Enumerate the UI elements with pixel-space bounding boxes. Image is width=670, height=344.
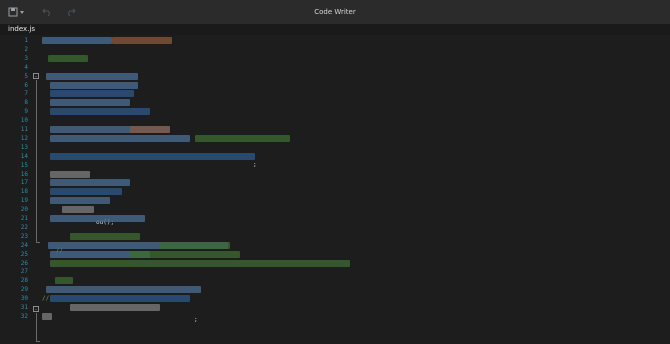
line-number: 6 [24, 81, 28, 89]
blurred-code-segment [50, 179, 130, 187]
line-number: 20 [20, 206, 28, 214]
line-number: 2 [24, 45, 28, 53]
line-number: 28 [20, 277, 28, 285]
file-tab-bar: index.js [0, 24, 670, 35]
blurred-code-segment [130, 126, 170, 133]
line-number: 23 [20, 232, 28, 240]
undo-button[interactable] [40, 0, 54, 24]
undo-icon [42, 8, 50, 17]
line-number: 22 [20, 223, 28, 231]
blurred-code-segment [50, 259, 350, 267]
line-number: 7 [24, 90, 28, 98]
blurred-code-segment [46, 286, 201, 294]
line-number: 32 [20, 312, 28, 320]
save-icon [8, 7, 24, 17]
blurred-code-segment [70, 232, 140, 240]
blurred-code-segment [50, 170, 90, 178]
title-bar: Code Writer [0, 0, 670, 24]
blurred-code-segment [50, 99, 130, 107]
save-menu-button[interactable] [6, 0, 28, 24]
line-number: 8 [24, 99, 28, 107]
blurred-code-segment [50, 188, 122, 196]
line-number: 3 [24, 54, 28, 62]
blurred-code-segment [55, 277, 73, 285]
line-number: 24 [20, 241, 28, 249]
line-number-gutter: 1 2 3 4 5 6 7 8 9 10 11 12 13 14 15 16 17 18 19 20 21 22 23 24 2… [0, 35, 30, 344]
blurred-code-segment [50, 90, 134, 98]
line-number: 11 [20, 126, 28, 133]
code-editor[interactable]: 1 2 3 4 5 6 7 8 9 10 11 12 13 14 15 16 17 18 19 20 21 22 23 24 2… [0, 35, 670, 344]
line-number: 30 [20, 295, 28, 303]
line-number: 13 [20, 143, 28, 151]
line-number: 15 [20, 161, 28, 169]
line-number: 12 [20, 134, 28, 142]
blurred-code-segment [50, 295, 190, 303]
line-number: 5 [24, 72, 28, 80]
file-tab-index-js[interactable]: index.js [8, 24, 35, 35]
app-title: Code Writer [314, 8, 356, 16]
blurred-code-segment [70, 304, 160, 311]
line-number: 17 [20, 179, 28, 187]
blurred-code-segment [195, 134, 290, 142]
fold-toggle[interactable]: - [33, 73, 39, 80]
line-number: 16 [20, 170, 28, 178]
fold-guide-end [36, 341, 40, 342]
line-number: 18 [20, 188, 28, 196]
blurred-code-segment [46, 72, 138, 80]
code-token: ; [194, 316, 198, 323]
blurred-code-segment [50, 81, 138, 89]
redo-icon [68, 8, 76, 17]
blurred-code-segment [62, 206, 94, 214]
blurred-code-segment [48, 54, 88, 62]
fold-guide [36, 80, 37, 242]
redo-button[interactable] [64, 0, 78, 24]
blurred-code-segment [130, 250, 240, 258]
fold-guide-end [36, 242, 40, 243]
blurred-code-segment [50, 215, 145, 222]
line-number: 19 [20, 197, 28, 205]
line-number: 26 [20, 259, 28, 267]
blurred-code-segment [50, 152, 255, 160]
blurred-code-segment [50, 134, 190, 142]
line-number: 21 [20, 215, 28, 222]
blurred-code-segment [42, 312, 52, 320]
line-number: 29 [20, 286, 28, 294]
line-number: 1 [24, 37, 28, 44]
line-number: 14 [20, 152, 28, 160]
line-number: 31 [20, 304, 28, 311]
line-number: 4 [24, 63, 28, 71]
code-token: ; [253, 161, 257, 168]
blurred-code-segment [112, 37, 172, 44]
line-number: 27 [20, 268, 28, 276]
line-number: 25 [20, 250, 28, 258]
blurred-code-segment [50, 197, 110, 205]
blurred-code-segment [42, 37, 112, 44]
fold-guide [36, 313, 37, 341]
line-number: 10 [20, 117, 28, 125]
line-number: 9 [24, 108, 28, 116]
blurred-code-segment [160, 241, 230, 249]
fold-toggle[interactable]: - [33, 306, 39, 313]
comment-marker: // [42, 295, 50, 302]
blurred-code-segment [50, 108, 150, 116]
